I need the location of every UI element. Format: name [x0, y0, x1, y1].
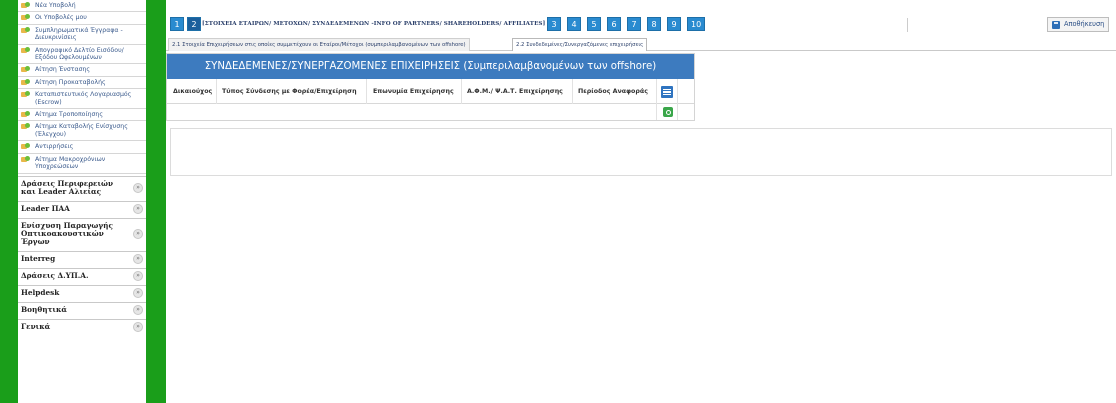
sidebar-item-label: Αίτημα Μακροχρόνιων Υποχρεώσεων: [35, 155, 106, 171]
chevron-down-icon: »: [133, 287, 143, 298]
column-header-beneficiary: Δικαιούχος: [173, 88, 213, 95]
sidebar-item-escrow-account[interactable]: Καταπιστευτικός Λογαριασμός (Escrow): [18, 89, 146, 110]
sidebar-section-auxiliary[interactable]: Βοηθητικά »: [18, 301, 146, 317]
empty-content-area: [170, 128, 1112, 176]
folder-icon: [21, 123, 32, 130]
step-button-5[interactable]: 5: [587, 17, 601, 31]
sidebar-section-leader-paa[interactable]: Leader ΠΑΑ »: [18, 200, 146, 216]
column-divider: [656, 104, 657, 120]
sidebar-item-label: Αίτηση Ένστασης: [35, 66, 91, 74]
folder-icon: [21, 78, 32, 86]
step-button-8[interactable]: 8: [647, 17, 661, 31]
sidebar-item-beneficiary-record[interactable]: Απογραφικό Δελτίο Εισόδου/ Εξόδου Ωφελου…: [18, 45, 146, 65]
column-divider: [366, 79, 367, 104]
table-add-row: [167, 104, 694, 120]
sidebar-item-supplementary-documents[interactable]: Συμπληρωματικά Έγγραφα - Διευκρινίσεις: [18, 25, 146, 45]
step-button-9[interactable]: 9: [667, 17, 681, 31]
add-row-icon[interactable]: [663, 107, 673, 117]
step-button-3[interactable]: 3: [547, 17, 561, 31]
sidebar-section-dypa[interactable]: Δράσεις Δ.ΥΠ.Α. »: [18, 267, 146, 283]
sidebar-item-long-term-obligations[interactable]: Αίτημα Μακροχρόνιων Υποχρεώσεων: [18, 154, 146, 174]
chevron-down-icon: »: [133, 304, 143, 315]
chevron-down-icon: »: [133, 203, 143, 214]
chevron-down-icon: »: [133, 253, 143, 264]
sidebar-item-label: Αίτημα Καταβολής Ενίσχυσης (Έλεγχου): [35, 123, 128, 138]
sidebar-section-label: Δράσεις Δ.ΥΠ.Α.: [21, 270, 89, 280]
sidebar-item-label: Καταπιστευτικός Λογαριασμός (Escrow): [35, 91, 132, 106]
sidebar-item-advance-request[interactable]: Αίτηση Προκαταβολής: [18, 77, 146, 90]
save-button-label: Αποθήκευση: [1064, 20, 1105, 28]
sidebar-section-general[interactable]: Γενικά »: [18, 318, 146, 334]
sidebar-section-interreg[interactable]: Interreg »: [18, 250, 146, 266]
sidebar-item-label: Οι Υποβολές μου: [35, 14, 87, 22]
sidebar-item-new-submission[interactable]: Νέα Υποβολή: [18, 0, 146, 13]
sidebar-item-label: Νέα Υποβολή: [35, 2, 76, 9]
sidebar-section-label: Interreg: [21, 253, 56, 263]
column-header-vat-number: Α.Φ.Μ./ Ψ.Α.Τ. Επιχείρησης: [467, 88, 563, 95]
sidebar-section-label: Helpdesk: [21, 287, 60, 297]
sub-tabs: 2.1 Στοιχεία Επιχειρήσεων στις οποίες συ…: [166, 38, 1116, 51]
sidebar-menu: Νέα Υποβολή Οι Υποβολές μου Συμπληρωματι…: [18, 0, 146, 403]
sidebar-section-helpdesk[interactable]: Helpdesk »: [18, 284, 146, 300]
folder-icon: [21, 14, 32, 21]
sidebar-section-label: Leader ΠΑΑ: [21, 203, 70, 213]
tab-affiliated-companies[interactable]: 2.2 Συνδεδεμένες/Συνεργαζόμενες επιχειρή…: [512, 38, 648, 51]
sidebar-item-payment-request[interactable]: Αίτημα Καταβολής Ενίσχυσης (Έλεγχου): [18, 121, 146, 142]
sidebar-section-audiovisual[interactable]: Ενίσχυση Παραγωγής Οπτικοακουστικών Έργω…: [18, 217, 146, 249]
step-bar: 1 2 [ΣΤΟΙΧΕΙΑ ΕΤΑΙΡΩΝ/ ΜΕΤΟΧΩΝ/ ΣΥΝΔΕΔΕΜ…: [166, 14, 1116, 36]
sidebar-item-objection-request[interactable]: Αίτηση Ένστασης: [18, 64, 146, 77]
save-disk-icon: [1052, 21, 1060, 29]
sidebar-item-modification-request[interactable]: Αίτημα Τροποποίησης: [18, 109, 146, 122]
folder-icon: [21, 26, 32, 34]
step-button-7[interactable]: 7: [627, 17, 641, 31]
step-button-6[interactable]: 6: [607, 17, 621, 31]
column-header-company-name: Επωνυμία Επιχείρησης: [373, 88, 454, 95]
folder-icon: [21, 2, 32, 9]
step-button-2[interactable]: 2: [187, 17, 201, 31]
save-button[interactable]: Αποθήκευση: [1047, 17, 1109, 32]
column-divider: [677, 79, 678, 104]
sidebar-section-label: Γενικά: [21, 321, 51, 331]
sidebar-item-label: Απογραφικό Δελτίο Εισόδου/ Εξόδου Ωφελου…: [35, 46, 124, 62]
tab-shareholder-companies[interactable]: 2.1 Στοιχεία Επιχειρήσεων στις οποίες συ…: [168, 38, 470, 51]
sidebar-item-objections[interactable]: Αντιρρήσεις: [18, 141, 146, 154]
column-divider: [572, 79, 573, 104]
column-header-reference-period: Περίοδος Αναφοράς: [578, 88, 648, 95]
table-header: Δικαιούχος Τύπος Σύνδεσης με Φορέα/Επιχε…: [167, 79, 694, 104]
sidebar-section-label: Δράσεις Περιφερειών και Leader Αλιείας: [21, 178, 114, 196]
folder-icon: [21, 111, 32, 118]
sidebar-item-my-submissions[interactable]: Οι Υποβολές μου: [18, 12, 146, 25]
column-chooser-icon[interactable]: [661, 86, 673, 98]
sidebar-section-regional-leader[interactable]: Δράσεις Περιφερειών και Leader Αλιείας »: [18, 175, 146, 199]
step-button-10[interactable]: 10: [687, 17, 706, 31]
sidebar-item-label: Αίτηση Προκαταβολής: [35, 78, 106, 86]
chevron-down-icon: »: [133, 321, 143, 332]
folder-icon: [21, 155, 32, 163]
folder-icon: [21, 143, 32, 150]
step-button-4[interactable]: 4: [567, 17, 581, 31]
panel-title: ΣΥΝΔΕΔΕΜΕΝΕΣ/ΣΥΝΕΡΓΑΖΟΜΕΝΕΣ ΕΠΙΧΕΙΡΗΣΕΙΣ…: [167, 54, 694, 79]
chevron-down-icon: »: [133, 228, 143, 239]
sidebar-item-label: Αντιρρήσεις: [35, 143, 74, 151]
folder-icon: [21, 91, 32, 98]
affiliates-panel: ΣΥΝΔΕΔΕΜΕΝΕΣ/ΣΥΝΕΡΓΑΖΟΜΕΝΕΣ ΕΠΙΧΕΙΡΗΣΕΙΣ…: [166, 53, 695, 121]
sidebar-section-label: Ενίσχυση Παραγωγής Οπτικοακουστικών Έργω…: [21, 220, 113, 246]
chevron-down-icon: »: [133, 270, 143, 281]
sidebar-item-label: Αίτημα Τροποποίησης: [35, 111, 103, 119]
column-divider: [461, 79, 462, 104]
sidebar-item-label: Συμπληρωματικά Έγγραφα - Διευκρινίσεις: [35, 26, 123, 42]
sidebar-section-label: Βοηθητικά: [21, 304, 68, 314]
chevron-down-icon: »: [133, 182, 143, 193]
column-header-connection-type: Τύπος Σύνδεσης με Φορέα/Επιχείρηση: [222, 88, 357, 95]
app-window: Νέα Υποβολή Οι Υποβολές μου Συμπληρωματι…: [0, 0, 1116, 403]
folder-icon: [21, 46, 32, 54]
column-divider: [216, 79, 217, 104]
sidebar: Νέα Υποβολή Οι Υποβολές μου Συμπληρωματι…: [0, 0, 166, 403]
column-divider: [656, 79, 657, 104]
column-divider: [677, 104, 678, 120]
step-button-1[interactable]: 1: [170, 17, 184, 31]
folder-icon: [21, 66, 32, 73]
active-step-title: [ΣΤΟΙΧΕΙΑ ΕΤΑΙΡΩΝ/ ΜΕΤΟΧΩΝ/ ΣΥΝΔΕΔΕΜΕΝΩΝ…: [202, 21, 546, 27]
toolbar-divider: [907, 18, 908, 32]
